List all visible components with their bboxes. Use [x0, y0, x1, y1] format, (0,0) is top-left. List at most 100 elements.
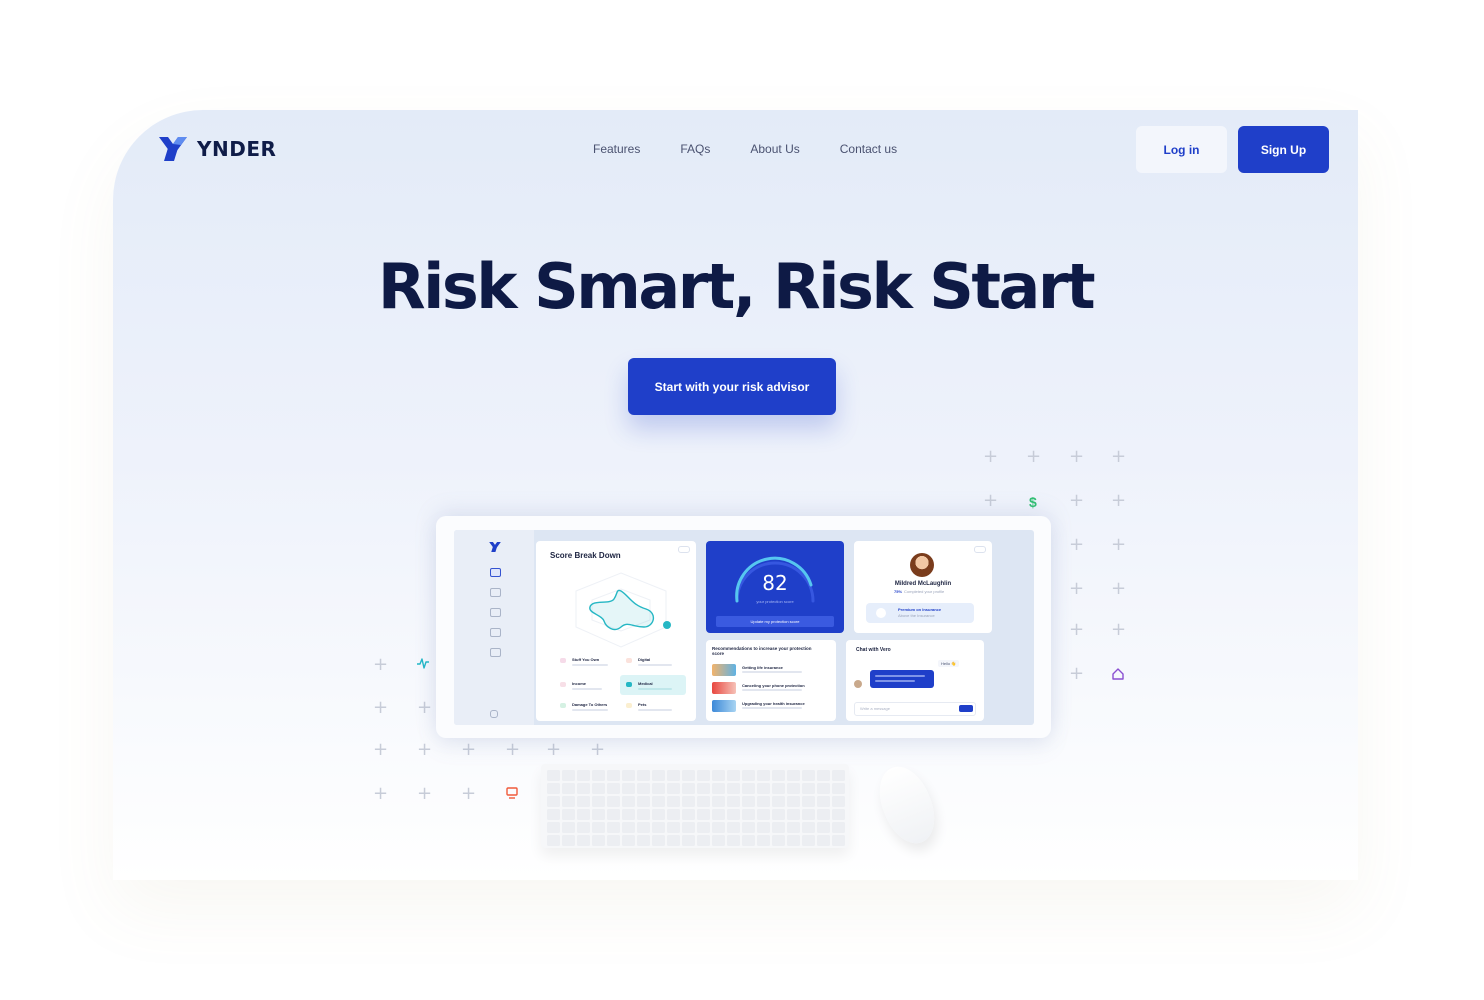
keyboard-key — [637, 822, 650, 833]
keyboard-key — [547, 809, 560, 820]
signup-button[interactable]: Sign Up — [1238, 126, 1329, 173]
document-nav-icon[interactable] — [490, 628, 501, 637]
dashboard-screen: Score Break Down Stuff You Own Digital I… — [454, 530, 1034, 725]
recommendation-health-label[interactable]: Upgrading your health insurance — [742, 701, 805, 706]
brand-logo[interactable]: YNDER — [159, 137, 276, 161]
keyboard-key — [562, 822, 575, 833]
recommendation-phone-label[interactable]: Canceling your phone protection — [742, 683, 805, 688]
settings-nav-icon[interactable] — [490, 710, 498, 718]
keyboard-key — [607, 770, 620, 781]
keyboard-key — [712, 822, 725, 833]
keyboard-key — [667, 796, 680, 807]
keyboard-key — [757, 822, 770, 833]
keyboard-key — [622, 796, 635, 807]
category-digital-label: Digital — [638, 657, 651, 662]
keyboard-key — [607, 809, 620, 820]
keyboard-key — [832, 835, 845, 846]
keyboard-key — [622, 783, 635, 794]
keyboard-key — [592, 770, 605, 781]
keyboard-key — [817, 809, 830, 820]
chat-message-input[interactable]: Write a message — [854, 702, 976, 716]
keyboard-key — [757, 783, 770, 794]
profile-progress-caption: Completed your profile — [904, 589, 945, 594]
keyboard-key — [682, 783, 695, 794]
premium-row[interactable]: Premium on Insurance Above the Insurance — [866, 603, 974, 623]
keyboard-key — [562, 809, 575, 820]
category-icon — [626, 703, 632, 708]
keyboard-key — [682, 770, 695, 781]
keyboard-key — [787, 835, 800, 846]
category-pets-label: Pets — [638, 702, 647, 707]
keyboard-key — [607, 822, 620, 833]
ynder-logo-icon — [159, 137, 187, 161]
chat-title: Chat with Vero — [856, 647, 891, 653]
keyboard-key — [592, 835, 605, 846]
keyboard-key — [562, 835, 575, 846]
chart-nav-icon[interactable] — [490, 608, 501, 617]
recommendation-life-label[interactable]: Getting life insurance — [742, 665, 783, 670]
keyboard-key — [607, 796, 620, 807]
keyboard-key — [547, 796, 560, 807]
recommendation-thumbnail — [712, 682, 736, 694]
nav-link-features[interactable]: Features — [593, 142, 640, 156]
category-income-label: Income — [572, 681, 587, 686]
score-breakdown-panel: Score Break Down Stuff You Own Digital I… — [536, 541, 696, 721]
keyboard-key — [637, 809, 650, 820]
folder-nav-icon[interactable] — [490, 588, 501, 597]
users-nav-icon[interactable] — [490, 648, 501, 657]
keyboard-key — [652, 809, 665, 820]
keyboard-key — [772, 770, 785, 781]
keyboard-key — [577, 822, 590, 833]
keyboard-key — [667, 783, 680, 794]
keyboard-key — [757, 835, 770, 846]
keyboard-key — [802, 783, 815, 794]
keyboard-key — [622, 770, 635, 781]
profile-card: Mildred McLaughlin 75% Completed your pr… — [854, 541, 992, 633]
keyboard-key — [592, 822, 605, 833]
keyboard-key — [547, 783, 560, 794]
keyboard-key — [697, 822, 710, 833]
keyboard-key — [667, 822, 680, 833]
keyboard-key — [622, 835, 635, 846]
keyboard-key — [652, 822, 665, 833]
keyboard-key — [697, 835, 710, 846]
category-medical-label: Medical — [638, 681, 653, 686]
keyboard-key — [727, 783, 740, 794]
recommendation-thumbnail — [712, 664, 736, 676]
category-damage-label: Damage To Others — [572, 702, 608, 707]
keyboard-key — [727, 822, 740, 833]
keyboard-key — [802, 822, 815, 833]
activity-icon — [417, 658, 429, 669]
dashboard-nav-icon[interactable] — [490, 568, 501, 577]
keyboard-key — [562, 796, 575, 807]
more-icon[interactable] — [678, 546, 690, 553]
keyboard-key — [577, 783, 590, 794]
keyboard-key — [787, 809, 800, 820]
keyboard-key — [817, 835, 830, 846]
login-button[interactable]: Log in — [1136, 126, 1227, 173]
keyboard-key — [682, 822, 695, 833]
keyboard-key — [712, 796, 725, 807]
keyboard-key — [772, 822, 785, 833]
keyboard-key — [802, 770, 815, 781]
keyboard-key — [652, 770, 665, 781]
update-score-button[interactable]: Update my protection score — [716, 616, 834, 627]
keyboard-key — [757, 770, 770, 781]
nav-link-contact-us[interactable]: Contact us — [840, 142, 897, 156]
start-risk-advisor-button[interactable]: Start with your risk advisor — [628, 358, 836, 415]
nav-link-about-us[interactable]: About Us — [750, 142, 799, 156]
nav-link-faqs[interactable]: FAQs — [680, 142, 710, 156]
keyboard-key — [802, 809, 815, 820]
more-icon[interactable] — [974, 546, 986, 553]
avatar — [854, 680, 862, 688]
keyboard-key — [622, 809, 635, 820]
keyboard-key — [697, 796, 710, 807]
keyboard-key — [607, 783, 620, 794]
protection-score-card: 82 your protection score Update my prote… — [706, 541, 844, 633]
radar-chart — [575, 572, 671, 648]
recommendation-thumbnail — [712, 700, 736, 712]
protection-score-caption: your protection score — [756, 599, 794, 604]
send-button[interactable] — [959, 705, 973, 712]
keyboard-key — [817, 783, 830, 794]
keyboard-key — [727, 796, 740, 807]
